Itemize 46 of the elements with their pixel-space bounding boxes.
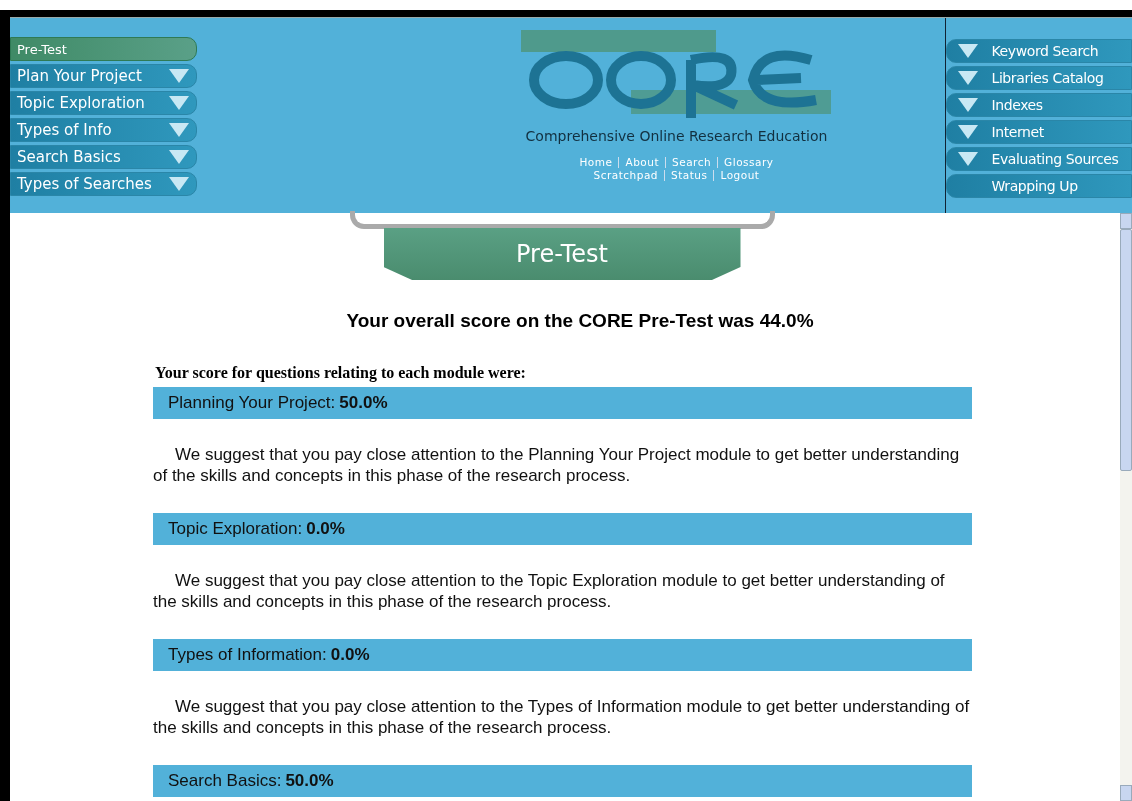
nav-button[interactable]: Types of Info — [10, 118, 198, 142]
nav-button[interactable]: Keyword Search — [946, 39, 1132, 63]
scrollbar[interactable] — [1120, 213, 1132, 801]
dropdown-triangle-icon — [168, 68, 191, 84]
nav-button[interactable]: Evaluating Sources — [946, 147, 1132, 171]
dropdown-triangle-icon — [168, 95, 191, 111]
nav-button[interactable]: Internet — [946, 120, 1132, 144]
module-score: 0.0% — [330, 645, 370, 665]
module-score: 50.0% — [339, 393, 388, 413]
header-link[interactable]: Logout — [720, 169, 760, 182]
module-score: 0.0% — [306, 519, 345, 539]
header-link[interactable]: Scratchpad — [593, 169, 658, 182]
suggestion-text: We suggest that you pay close attention to the Types of Information module to get better understanding of the skills and concepts in this phase of the research process. — [153, 696, 971, 738]
nav-button[interactable]: Pre-Test — [10, 37, 198, 61]
nav-button[interactable]: Topic Exploration — [10, 91, 198, 115]
nav-button[interactable]: Types of Searches — [10, 172, 198, 196]
dropdown-triangle-icon — [957, 97, 980, 113]
module-score: 50.0% — [285, 771, 334, 791]
module-label: Types of Information: — [168, 645, 327, 665]
dropdown-triangle-icon — [957, 43, 980, 59]
header-link[interactable]: Status — [671, 169, 708, 182]
dropdown-triangle-icon — [168, 149, 191, 165]
logo-tagline: Comprehensive Online Research Education — [525, 128, 828, 144]
scroll-thumb[interactable] — [1120, 229, 1132, 471]
suggestion-text: We suggest that you pay close attention to the Topic Exploration module to get better understanding of the skills and concepts in this phase of the research process. — [153, 570, 946, 612]
nav-button[interactable]: Plan Your Project — [10, 64, 198, 88]
dropdown-triangle-icon — [957, 70, 980, 86]
overall-score: Your overall score on the CORE Pre-Test was 44.0% — [345, 310, 815, 332]
module-label: Topic Exploration: — [168, 519, 303, 539]
header-link[interactable]: About — [625, 156, 659, 169]
header-link[interactable]: Glossary — [724, 156, 774, 169]
header-link[interactable]: Home — [579, 156, 613, 169]
nav-button[interactable]: Search Basics — [10, 145, 198, 169]
dropdown-triangle-icon — [168, 122, 191, 138]
nav-button[interactable]: Wrapping Up — [946, 174, 1132, 198]
nav-button[interactable]: Libraries Catalog — [946, 66, 1132, 90]
header-link[interactable]: Search — [672, 156, 712, 169]
module-scores-intro: Your score for questions relating to each module were: — [155, 364, 527, 382]
core-logo-icon — [521, 30, 832, 120]
module-label: Planning Your Project: — [168, 393, 336, 413]
suggestion-text: We suggest that you pay close attention to the Planning Your Project module to get better understanding of the skills and concepts in this phase of the research process. — [153, 444, 961, 486]
module-label: Search Basics: — [168, 771, 282, 791]
dropdown-triangle-icon — [957, 124, 980, 140]
nav-button[interactable]: Indexes — [946, 93, 1132, 117]
dropdown-triangle-icon — [168, 176, 191, 192]
dropdown-triangle-icon — [957, 151, 980, 167]
